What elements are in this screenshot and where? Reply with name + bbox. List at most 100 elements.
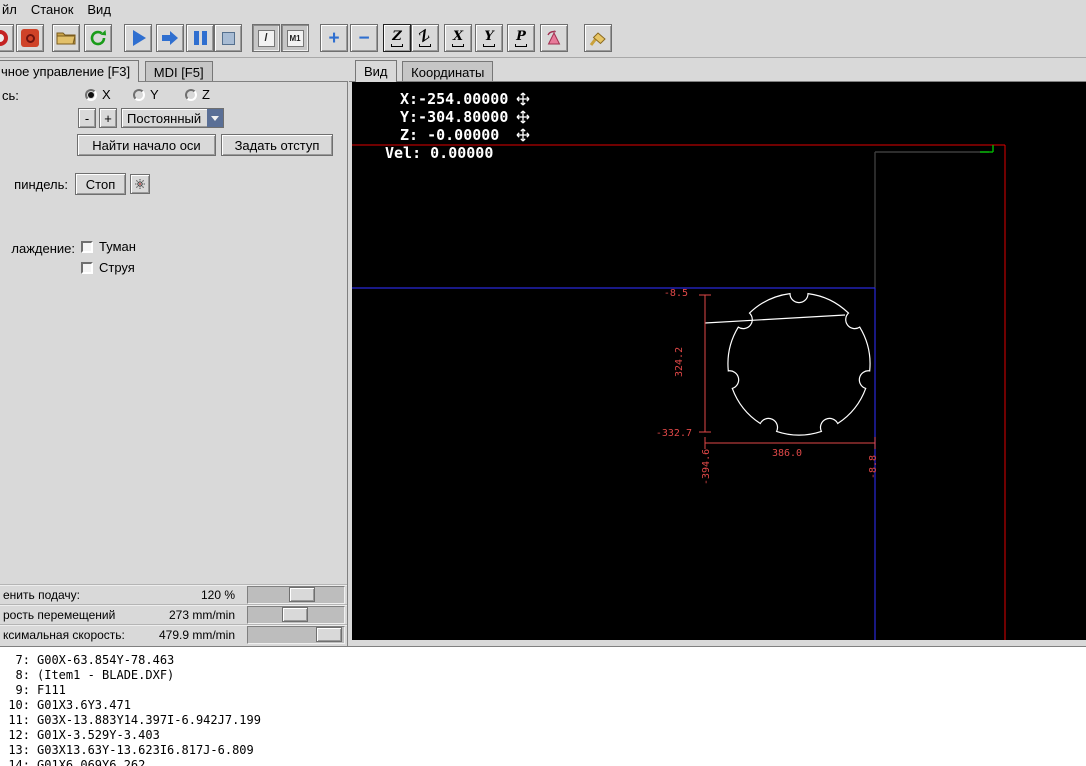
- rotated-top-view-icon: Z: [416, 27, 434, 47]
- program-extent-lines: [874, 151, 989, 288]
- jog-minus-button[interactable]: -: [78, 108, 96, 128]
- z-homed-icon: [516, 128, 530, 142]
- gcode-line[interactable]: 9: F111: [0, 683, 1086, 698]
- clear-plot-button[interactable]: [584, 24, 612, 52]
- axis-radio-x[interactable]: X: [85, 87, 111, 102]
- menu-file[interactable]: йл: [0, 0, 24, 19]
- open-folder-icon: [56, 32, 76, 45]
- gcode-line-text: F111: [37, 683, 66, 697]
- feed-override-slider-handle[interactable]: [289, 587, 315, 602]
- side-view-icon: X: [452, 30, 464, 47]
- toolpath-blade: [704, 292, 871, 436]
- jog-speed-slider-handle[interactable]: [282, 607, 308, 622]
- gcode-line-number: 7:: [15, 653, 30, 667]
- gcode-line-number: 9:: [15, 683, 30, 697]
- spindle-stop-button[interactable]: Стоп: [75, 173, 126, 195]
- jog-speed-value: 273 mm/min: [168, 608, 235, 622]
- clear-brush-icon: [589, 32, 606, 46]
- rotate-cone-icon: [547, 30, 561, 45]
- view-rotated-top-button[interactable]: Z: [411, 24, 439, 52]
- x-homed-icon: [516, 92, 530, 106]
- feed-override-row: енить подачу: 120 %: [0, 584, 347, 604]
- feed-override-label: енить подачу:: [3, 588, 80, 602]
- radio-z-label: Z: [202, 87, 210, 102]
- gcode-line[interactable]: 14: G01X6.069Y6.262: [0, 758, 1086, 766]
- tab-mdi[interactable]: MDI [F5]: [144, 61, 213, 82]
- jog-speed-slider[interactable]: [247, 606, 345, 624]
- reload-icon: [90, 30, 107, 46]
- dim-right-label: -8.8: [868, 455, 879, 479]
- max-velocity-label: ксимальная скорость:: [3, 628, 125, 642]
- zoom-out-icon: −: [358, 27, 370, 49]
- radio-x-label: X: [102, 87, 111, 102]
- mist-label: Туман: [99, 239, 136, 254]
- gcode-line[interactable]: 11: G03X-13.883Y14.397I-6.942J7.199: [0, 713, 1086, 728]
- axis-radio-y[interactable]: Y: [133, 87, 159, 102]
- tab-dro[interactable]: Координаты: [402, 61, 494, 82]
- gcode-line[interactable]: 7: G00X-63.854Y-78.463: [0, 653, 1086, 668]
- pause-button[interactable]: [186, 24, 214, 52]
- reload-file-button[interactable]: [84, 24, 112, 52]
- gcode-line-number: 13:: [8, 743, 30, 757]
- step-arrow-icon: [162, 31, 178, 45]
- set-offset-button[interactable]: Задать отступ: [221, 134, 333, 156]
- gcode-line-text: (Item1 - BLADE.DXF): [37, 668, 175, 682]
- gcode-line[interactable]: 12: G01X-3.529Y-3.403: [0, 728, 1086, 743]
- flood-checkbox[interactable]: Струя: [81, 260, 135, 275]
- left-tabbar: чное управление [F3] MDI [F5]: [0, 60, 215, 82]
- mist-checkbox[interactable]: Туман: [81, 239, 136, 254]
- zoom-out-button[interactable]: −: [350, 24, 378, 52]
- open-file-button[interactable]: [52, 24, 80, 52]
- machine-power-button[interactable]: [16, 24, 44, 52]
- gcode-line-number: 8:: [15, 668, 30, 682]
- front-view-icon: Y: [483, 30, 495, 47]
- optional-stop-icon: M1: [286, 29, 304, 47]
- dro-readout: X:-254.00000 Y:-304.80000 Z: -0.00000 Ve…: [385, 90, 508, 162]
- gcode-line[interactable]: 8: (Item1 - BLADE.DXF): [0, 668, 1086, 683]
- view-front-button[interactable]: Y: [475, 24, 503, 52]
- run-program-button[interactable]: [124, 24, 152, 52]
- max-velocity-slider-handle[interactable]: [316, 627, 342, 642]
- gcode-line[interactable]: 10: G01X3.6Y3.471: [0, 698, 1086, 713]
- optional-stop-toggle[interactable]: M1: [281, 24, 309, 52]
- feed-override-value: 120 %: [200, 588, 235, 602]
- y-homed-icon: [516, 110, 530, 124]
- tab-preview[interactable]: Вид: [355, 60, 397, 82]
- menubar: йл Станок Вид: [0, 0, 1086, 19]
- menu-view[interactable]: Вид: [80, 0, 118, 19]
- view-top-button[interactable]: Z: [383, 24, 411, 52]
- axis-radio-z[interactable]: Z: [185, 87, 210, 102]
- coolant-label: лаждение:: [11, 241, 75, 256]
- zoom-in-button[interactable]: +: [320, 24, 348, 52]
- gcode-line[interactable]: 13: G03X13.63Y-13.623I6.817J-6.809: [0, 743, 1086, 758]
- jog-speed-row: рость перемещений 273 mm/min: [0, 604, 347, 624]
- stop-button[interactable]: [214, 24, 242, 52]
- machine-limits: [352, 144, 1006, 640]
- tab-manual-control[interactable]: чное управление [F3]: [0, 60, 140, 82]
- gcode-line-text: G01X3.6Y3.471: [37, 698, 131, 712]
- max-velocity-slider[interactable]: [247, 626, 345, 644]
- preview-canvas[interactable]: -8.5 324.2 -332.7 386.0 -394.6 -8.8 X:-2…: [352, 82, 1086, 640]
- home-axis-button[interactable]: Найти начало оси: [77, 134, 216, 156]
- run-icon: [133, 30, 146, 46]
- estop-button[interactable]: [0, 24, 14, 52]
- stop-icon: [221, 31, 235, 45]
- gcode-listing[interactable]: 7: G00X-63.854Y-78.463 8: (Item1 - BLADE…: [0, 646, 1086, 766]
- max-velocity-value: 479.9 mm/min: [158, 628, 235, 642]
- feed-override-slider[interactable]: [247, 586, 345, 604]
- jog-mode-dropdown[interactable]: Постоянный: [121, 108, 224, 128]
- view-side-button[interactable]: X: [444, 24, 472, 52]
- preview-plot[interactable]: -8.5 324.2 -332.7 386.0 -394.6 -8.8 X:-2…: [352, 82, 1086, 640]
- spindle-brake-button[interactable]: [130, 174, 150, 194]
- step-button[interactable]: [156, 24, 184, 52]
- max-velocity-row: ксимальная скорость: 479.9 mm/min: [0, 624, 347, 644]
- rotate-view-button[interactable]: [540, 24, 568, 52]
- gcode-line-text: G03X-13.883Y14.397I-6.942J7.199: [37, 713, 261, 727]
- jog-plus-button[interactable]: +: [99, 108, 117, 128]
- view-perspective-button[interactable]: P: [507, 24, 535, 52]
- menu-machine[interactable]: Станок: [24, 0, 81, 19]
- dim-bottom-left-label: -332.7: [656, 428, 692, 439]
- skip-lines-toggle[interactable]: /: [252, 24, 280, 52]
- spindle-label: пиндель:: [14, 177, 68, 192]
- dim-bottom-label: -394.6: [701, 449, 712, 485]
